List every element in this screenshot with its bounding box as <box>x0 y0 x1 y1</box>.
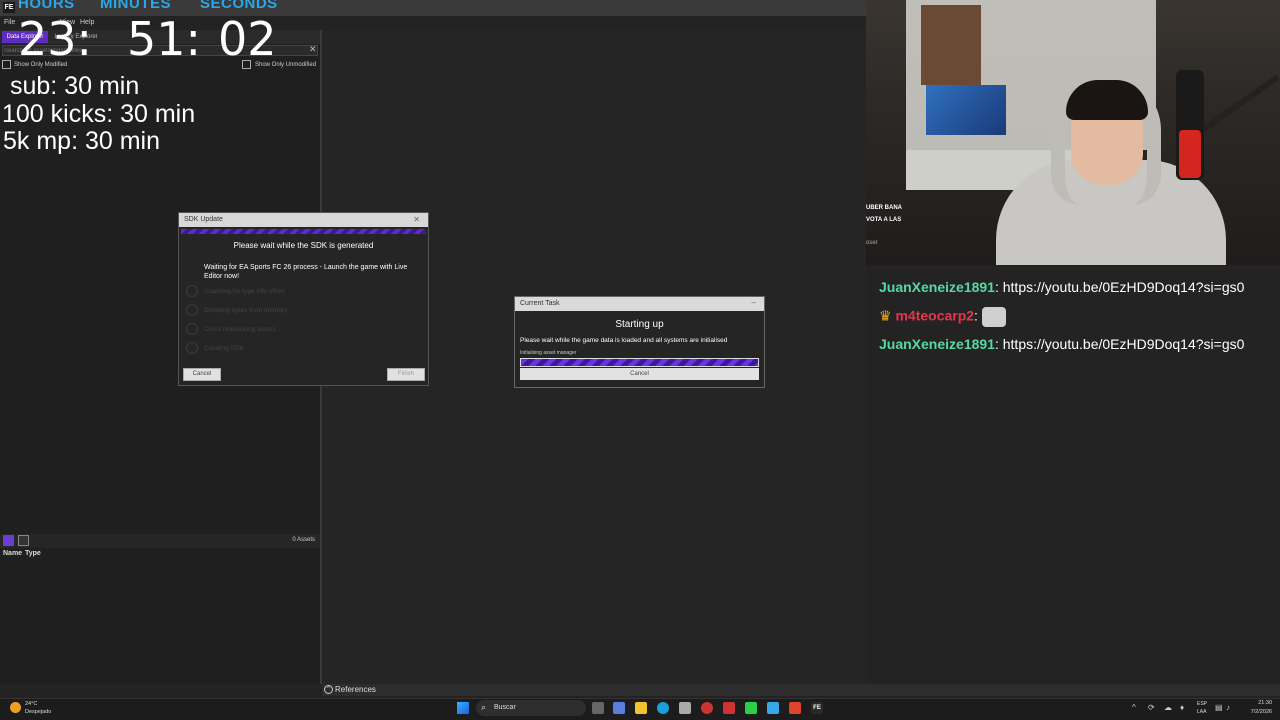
weather-temp[interactable]: 24°C <box>25 701 37 707</box>
sdk-cancel-button[interactable]: Cancel <box>183 368 221 381</box>
app-icon[interactable] <box>701 702 713 714</box>
crown-icon: ♛ <box>879 307 892 324</box>
grid-view-icon[interactable] <box>18 535 29 546</box>
task-status: Initialising asset manager <box>520 350 577 356</box>
chevron-up-icon[interactable]: ^ <box>1132 703 1136 712</box>
chat-username[interactable]: JuanXeneize1891 <box>879 279 995 295</box>
sdk-progress-stripe <box>181 229 426 234</box>
weather-desc[interactable]: Despejado <box>25 709 51 715</box>
language-indicator[interactable]: ESP <box>1197 701 1207 707</box>
clock-date[interactable]: 7/2/2026 <box>1238 709 1272 715</box>
taskbar-search-label[interactable]: Buscar <box>494 704 516 711</box>
task-view-icon[interactable] <box>592 702 604 714</box>
timer-seconds: 02 <box>218 12 277 66</box>
widgets-icon[interactable] <box>613 702 625 714</box>
cat-emote-icon <box>981 307 1006 327</box>
chat-message: ♛ m4teocarp2: <box>879 307 1006 327</box>
menu-file[interactable]: File <box>4 19 15 26</box>
network-icon[interactable]: ▤ <box>1215 703 1223 712</box>
background-poster <box>921 5 981 85</box>
chat-username[interactable]: m4teocarp2 <box>895 308 974 324</box>
weather-icon[interactable] <box>10 702 21 713</box>
minimize-icon[interactable]: – <box>752 297 756 309</box>
background-monitor <box>926 85 1006 135</box>
calculator-icon[interactable] <box>679 702 691 714</box>
show-only-modified-checkbox[interactable] <box>2 60 11 69</box>
sdk-step: Cross referencing assets <box>204 326 276 333</box>
mic-icon[interactable]: ♦ <box>1180 703 1184 712</box>
close-icon[interactable]: ✕ <box>413 213 420 227</box>
goal-sub: sub: 30 min <box>10 72 140 100</box>
overlay-text: UBER BANA <box>866 205 902 211</box>
sdk-step: Dumping types from memory <box>204 307 288 314</box>
sdk-update-dialog: SDK Update ✕ Please wait while the SDK i… <box>178 212 429 386</box>
goal-mp: 5k mp: 30 min <box>3 127 161 155</box>
brave-icon[interactable] <box>789 702 801 714</box>
start-icon[interactable] <box>457 702 469 714</box>
chat-message: JuanXeneize1891: https://youtu.be/0EzHD9… <box>879 336 1244 352</box>
sdk-dialog-title: SDK Update <box>179 213 428 227</box>
step-pending-icon <box>186 285 198 297</box>
app-icon[interactable] <box>723 702 735 714</box>
clock-time[interactable]: 21:30 <box>1238 700 1272 706</box>
cloud-icon[interactable]: ☁ <box>1164 703 1172 712</box>
step-pending-icon <box>186 304 198 316</box>
task-progress-bar <box>520 358 759 367</box>
timer-seconds-label: SECONDS <box>200 0 278 12</box>
task-cancel-button[interactable]: Cancel <box>520 368 759 380</box>
file-explorer-icon[interactable] <box>635 702 647 714</box>
step-pending-icon <box>186 323 198 335</box>
app-icon[interactable] <box>767 702 779 714</box>
app-icon[interactable] <box>745 702 757 714</box>
chat-text: : https://youtu.be/0EzHD9Doq14?si=gs0 <box>994 336 1245 352</box>
step-pending-icon <box>186 342 198 354</box>
column-type[interactable]: Type <box>25 550 41 557</box>
sync-icon[interactable]: ⟳ <box>1148 703 1155 712</box>
language-indicator[interactable]: LAA <box>1197 709 1206 715</box>
task-heading: Starting up <box>615 319 664 330</box>
sdk-finish-button[interactable]: Finish <box>387 368 425 381</box>
timer-hours-label: HOURS <box>18 0 75 12</box>
task-message: Please wait while the game data is loade… <box>520 337 728 344</box>
chat-text: : https://youtu.be/0EzHD9Doq14?si=gs0 <box>994 279 1245 295</box>
overlay-text: VOTA A LAS <box>866 217 902 223</box>
sdk-message: Waiting for EA Sports FC 26 process - La… <box>204 264 408 280</box>
asset-column-header: Name Type <box>0 548 320 560</box>
references-label[interactable]: References <box>335 685 376 694</box>
search-icon: ⌕ <box>481 702 487 712</box>
webcam-feed: UBER BANA VOTA A LAS oser <box>866 0 1280 265</box>
sdk-step: Scanning for type info offset <box>204 288 285 295</box>
chat-text: : <box>974 307 978 324</box>
chat-message: JuanXeneize1891: https://youtu.be/0EzHD9… <box>879 279 1244 295</box>
chevron-up-icon[interactable]: ^ <box>324 685 333 694</box>
edge-icon[interactable] <box>657 702 669 714</box>
app-logo: FE <box>3 2 15 13</box>
column-name[interactable]: Name <box>3 550 22 557</box>
sdk-step: Creating SDK <box>204 345 244 352</box>
timer-minutes: 51: <box>127 12 202 66</box>
fe-app-icon[interactable]: FE <box>811 702 823 714</box>
volume-icon[interactable]: ♪ <box>1226 703 1230 712</box>
references-bar <box>322 684 1280 696</box>
chat-username[interactable]: JuanXeneize1891 <box>879 336 995 352</box>
taskbar-search[interactable] <box>476 700 586 716</box>
sdk-heading: Please wait while the SDK is generated <box>233 241 374 250</box>
overlay-text: oser <box>866 240 878 246</box>
mic-arm <box>1202 74 1280 132</box>
timer-hours: 23: <box>18 12 93 66</box>
streamer-hair <box>1066 80 1148 120</box>
current-task-dialog: Current Task – Starting up Please wait w… <box>514 296 765 388</box>
list-view-icon[interactable] <box>3 535 14 546</box>
task-dialog-title: Current Task <box>515 297 764 311</box>
timer-minutes-label: MINUTES <box>100 0 171 12</box>
asset-count: 0 Assets <box>292 537 315 543</box>
goal-kicks: 100 kicks: 30 min <box>2 100 196 128</box>
microphone-light <box>1179 130 1201 178</box>
close-icon[interactable]: ✕ <box>309 44 317 55</box>
